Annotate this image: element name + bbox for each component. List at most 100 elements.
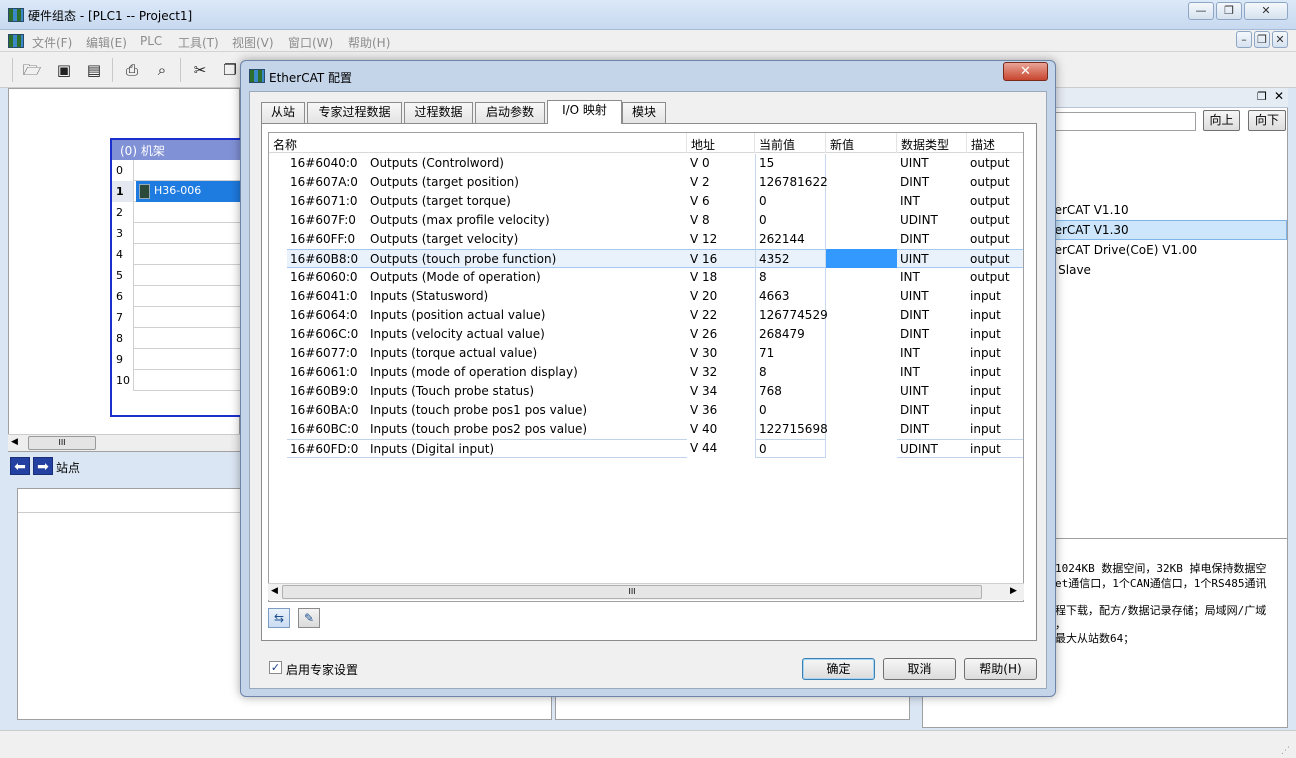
cut-icon[interactable]: ✂ xyxy=(190,60,210,80)
table-row[interactable]: 16#6041:0 Inputs (Statusword) V 20 4663 UINT… xyxy=(269,287,1023,306)
close-button[interactable]: ✕ xyxy=(1244,2,1288,20)
print-icon[interactable]: ⎙ xyxy=(122,60,142,80)
table-row[interactable]: 16#607A:0 Outputs (target position) V 2 126… xyxy=(269,173,1023,192)
edit-pen-icon[interactable]: ✎ xyxy=(298,608,320,628)
row-new-value[interactable] xyxy=(826,420,897,439)
rack-row[interactable]: 2 xyxy=(112,202,244,223)
column-header-description[interactable]: 描述 xyxy=(967,133,1023,153)
row-current-value[interactable]: 268479 xyxy=(755,325,826,344)
rack-row[interactable]: 6 xyxy=(112,286,244,307)
row-current-value[interactable]: 262144 xyxy=(755,230,826,249)
copy-icon[interactable]: ❐ xyxy=(220,60,240,80)
catalog-search-input[interactable] xyxy=(1055,112,1196,131)
scroll-right-arrow-icon[interactable]: ▶ xyxy=(1010,586,1017,596)
row-new-value[interactable] xyxy=(826,287,897,306)
row-new-value[interactable] xyxy=(826,154,897,173)
tab-expert-process-data[interactable]: 专家过程数据 xyxy=(307,102,402,123)
row-current-value[interactable]: 126781622 xyxy=(755,173,828,192)
rack-row[interactable]: 4 xyxy=(112,244,244,265)
catalog-tree-item[interactable]: herCAT V1.10 xyxy=(1047,203,1129,217)
save-icon[interactable]: ▣ xyxy=(54,60,74,80)
row-new-value[interactable] xyxy=(826,173,897,192)
catalog-tree-item[interactable]: herCAT Drive(CoE) V1.00 xyxy=(1047,243,1197,257)
ok-button[interactable]: 确定 xyxy=(802,658,875,680)
row-current-value[interactable]: 768 xyxy=(755,382,826,401)
row-new-value[interactable] xyxy=(826,401,897,420)
rack-row[interactable]: 5 xyxy=(112,265,244,286)
row-new-value[interactable] xyxy=(826,363,897,382)
menu-window[interactable]: 窗口(W) xyxy=(288,34,333,51)
row-current-value[interactable]: 15 xyxy=(755,154,826,173)
row-new-value[interactable] xyxy=(826,249,897,268)
row-current-value[interactable]: 126774529 xyxy=(755,306,828,325)
rack-row[interactable]: 3 xyxy=(112,223,244,244)
rack-row-selected[interactable]: 1 H36-006 xyxy=(112,181,244,202)
row-current-value[interactable]: 4663 xyxy=(755,287,826,306)
row-current-value[interactable]: 0 xyxy=(755,401,826,420)
rack-row[interactable]: 9 xyxy=(112,349,244,370)
float-pane-icon[interactable]: ❐ xyxy=(1257,90,1267,103)
forward-arrow-icon[interactable]: ➡ xyxy=(33,457,53,475)
table-row[interactable]: 16#6077:0 Inputs (torque actual value) V 3… xyxy=(269,344,1023,363)
row-current-value[interactable]: 4352 xyxy=(755,249,826,268)
row-current-value[interactable]: 71 xyxy=(755,344,826,363)
save-all-icon[interactable]: ▤ xyxy=(84,60,104,80)
grid-horizontal-scrollbar[interactable]: ◀ III ▶ xyxy=(268,583,1024,600)
rack-horizontal-scrollbar[interactable]: ◀ III xyxy=(8,434,240,451)
rack-row[interactable]: 0 xyxy=(112,160,244,181)
row-current-value[interactable]: 0 xyxy=(755,211,826,230)
mdi-close-button[interactable]: ✕ xyxy=(1272,31,1288,48)
tab-modules[interactable]: 模块 xyxy=(622,102,666,123)
row-new-value[interactable] xyxy=(826,192,897,211)
table-row[interactable]: 16#6071:0 Outputs (target torque) V 6 0 INT o… xyxy=(269,192,1023,211)
menu-help[interactable]: 帮助(H) xyxy=(348,34,390,51)
menu-tools[interactable]: 工具(T) xyxy=(178,34,219,51)
row-new-value[interactable] xyxy=(826,268,897,287)
tab-slave[interactable]: 从站 xyxy=(261,102,305,123)
rack-row[interactable]: 8 xyxy=(112,328,244,349)
catalog-tree-item-selected[interactable]: herCAT V1.30 xyxy=(1047,223,1129,237)
row-current-value[interactable]: 0 xyxy=(755,439,826,458)
scroll-left-arrow-icon[interactable]: ◀ xyxy=(11,437,18,447)
tab-process-data[interactable]: 过程数据 xyxy=(404,102,473,123)
move-up-button[interactable]: 向上 xyxy=(1203,110,1240,131)
print-preview-icon[interactable]: ⌕ xyxy=(152,60,172,80)
row-new-value[interactable] xyxy=(826,344,897,363)
table-row[interactable]: 16#60BC:0 Inputs (touch probe pos2 pos va… xyxy=(269,420,1023,439)
row-new-value[interactable] xyxy=(826,382,897,401)
menu-plc[interactable]: PLC xyxy=(140,34,162,48)
dialog-close-button[interactable]: ✕ xyxy=(1003,62,1048,81)
rack-row[interactable]: 10 xyxy=(112,370,244,391)
table-row[interactable]: 16#606C:0 Inputs (velocity actual value) V… xyxy=(269,325,1023,344)
mdi-minimize-button[interactable]: – xyxy=(1236,31,1252,48)
menu-edit[interactable]: 编辑(E) xyxy=(86,34,127,51)
menu-view[interactable]: 视图(V) xyxy=(232,34,274,51)
row-current-value[interactable]: 8 xyxy=(755,363,826,382)
row-new-value[interactable] xyxy=(826,230,897,249)
column-header-name[interactable]: 名称 xyxy=(269,133,687,153)
column-header-new-value[interactable]: 新值 xyxy=(826,133,897,153)
row-new-value[interactable] xyxy=(826,439,897,458)
scroll-thumb[interactable]: III xyxy=(28,436,96,450)
help-button[interactable]: 帮助(H) xyxy=(964,658,1037,680)
row-current-value[interactable]: 8 xyxy=(755,268,826,287)
grid-scroll-thumb[interactable]: III xyxy=(282,585,982,599)
link-variable-icon[interactable]: ⇆ xyxy=(268,608,290,628)
move-down-button[interactable]: 向下 xyxy=(1248,110,1286,131)
expert-settings-checkbox[interactable]: ✓ xyxy=(269,661,282,674)
menu-file[interactable]: 文件(F) xyxy=(32,34,72,51)
column-header-address[interactable]: 地址 xyxy=(687,133,755,153)
restore-button[interactable]: ❐ xyxy=(1216,2,1242,20)
cancel-button[interactable]: 取消 xyxy=(883,658,956,680)
resize-grip-icon[interactable]: ⋰ xyxy=(1281,746,1290,756)
column-header-data-type[interactable]: 数据类型 xyxy=(897,133,967,153)
column-header-current-value[interactable]: 当前值 xyxy=(755,133,826,153)
back-arrow-icon[interactable]: ⬅ xyxy=(10,457,30,475)
table-row[interactable]: 16#607F:0 Outputs (max profile velocity) V… xyxy=(269,211,1023,230)
mdi-restore-button[interactable]: ❐ xyxy=(1254,31,1270,48)
table-row[interactable]: 16#60FD:0 Inputs (Digital input) V 44 0 UDIN… xyxy=(269,439,1023,458)
table-row[interactable]: 16#60BA:0 Inputs (touch probe pos1 pos va… xyxy=(269,401,1023,420)
minimize-button[interactable]: — xyxy=(1188,2,1214,20)
tab-io-mapping[interactable]: I/O 映射 xyxy=(547,100,622,124)
table-row[interactable]: 16#6064:0 Inputs (position actual value) V… xyxy=(269,306,1023,325)
